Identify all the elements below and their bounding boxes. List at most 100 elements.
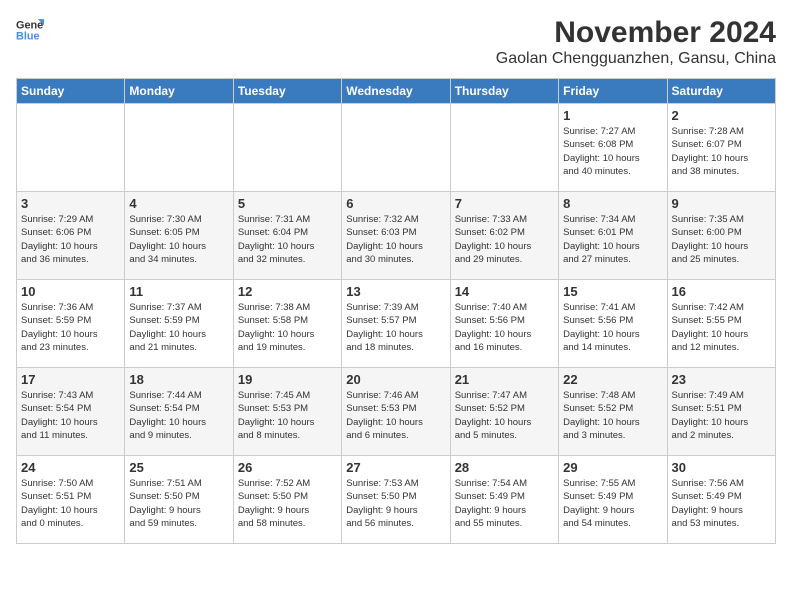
day-info: Sunrise: 7:30 AM Sunset: 6:05 PM Dayligh… [129,213,228,266]
weekday-header: Sunday [17,79,125,104]
day-number: 25 [129,460,228,475]
calendar-cell: 3 Sunrise: 7:29 AM Sunset: 6:06 PM Daylig… [17,192,125,280]
day-number: 26 [238,460,337,475]
day-info: Sunrise: 7:43 AM Sunset: 5:54 PM Dayligh… [21,389,120,442]
day-number: 12 [238,284,337,299]
calendar-cell: 2 Sunrise: 7:28 AM Sunset: 6:07 PM Daylig… [667,104,775,192]
day-number: 11 [129,284,228,299]
calendar-cell: 21 Sunrise: 7:47 AM Sunset: 5:52 PM Dayli… [450,368,558,456]
calendar-cell: 28Sunrise: 7:54 AM Sunset: 5:49 PM Dayli… [450,456,558,544]
day-info: Sunrise: 7:27 AM Sunset: 6:08 PM Dayligh… [563,125,662,178]
day-info: Sunrise: 7:36 AM Sunset: 5:59 PM Dayligh… [21,301,120,354]
weekday-header: Tuesday [233,79,341,104]
day-info: Sunrise: 7:32 AM Sunset: 6:03 PM Dayligh… [346,213,445,266]
day-number: 16 [672,284,771,299]
day-info: Sunrise: 7:35 AM Sunset: 6:00 PM Dayligh… [672,213,771,266]
day-info: Sunrise: 7:41 AM Sunset: 5:56 PM Dayligh… [563,301,662,354]
calendar-cell [450,104,558,192]
day-info: Sunrise: 7:29 AM Sunset: 6:06 PM Dayligh… [21,213,120,266]
logo: General Blue [16,16,44,44]
day-info: Sunrise: 7:38 AM Sunset: 5:58 PM Dayligh… [238,301,337,354]
svg-text:Blue: Blue [16,30,40,42]
calendar-cell: 4 Sunrise: 7:30 AM Sunset: 6:05 PM Daylig… [125,192,233,280]
calendar-cell: 26 Sunrise: 7:52 AM Sunset: 5:50 PM Dayli… [233,456,341,544]
day-info: Sunrise: 7:52 AM Sunset: 5:50 PM Dayligh… [238,477,337,530]
calendar-cell: 7 Sunrise: 7:33 AM Sunset: 6:02 PM Daylig… [450,192,558,280]
day-number: 4 [129,196,228,211]
day-info: Sunrise: 7:31 AM Sunset: 6:04 PM Dayligh… [238,213,337,266]
calendar-cell: 27 Sunrise: 7:53 AM Sunset: 5:50 PM Dayli… [342,456,450,544]
day-number: 10 [21,284,120,299]
day-number: 7 [455,196,554,211]
calendar-cell: 24Sunrise: 7:50 AM Sunset: 5:51 PM Dayli… [17,456,125,544]
day-number: 23 [672,372,771,387]
calendar-week-row: 17 Sunrise: 7:43 AM Sunset: 5:54 PM Dayli… [17,368,776,456]
calendar-cell [233,104,341,192]
calendar-cell: 11 Sunrise: 7:37 AM Sunset: 5:59 PM Dayli… [125,280,233,368]
location: Gaolan Chengguanzhen, Gansu, China [496,50,776,68]
day-info: Sunrise: 7:28 AM Sunset: 6:07 PM Dayligh… [672,125,771,178]
calendar-cell: 12 Sunrise: 7:38 AM Sunset: 5:58 PM Dayli… [233,280,341,368]
calendar-cell: 6Sunrise: 7:32 AM Sunset: 6:03 PM Daylig… [342,192,450,280]
day-info: Sunrise: 7:33 AM Sunset: 6:02 PM Dayligh… [455,213,554,266]
day-info: Sunrise: 7:40 AM Sunset: 5:56 PM Dayligh… [455,301,554,354]
calendar-header-row: SundayMondayTuesdayWednesdayThursdayFrid… [17,79,776,104]
day-number: 15 [563,284,662,299]
weekday-header: Wednesday [342,79,450,104]
day-number: 27 [346,460,445,475]
day-number: 13 [346,284,445,299]
calendar-cell: 23 Sunrise: 7:49 AM Sunset: 5:51 PM Dayli… [667,368,775,456]
calendar-cell: 5Sunrise: 7:31 AM Sunset: 6:04 PM Daylig… [233,192,341,280]
day-number: 30 [672,460,771,475]
day-info: Sunrise: 7:44 AM Sunset: 5:54 PM Dayligh… [129,389,228,442]
calendar-cell: 29 Sunrise: 7:55 AM Sunset: 5:49 PM Dayli… [559,456,667,544]
calendar-cell: 9Sunrise: 7:35 AM Sunset: 6:00 PM Daylig… [667,192,775,280]
calendar-cell: 13 Sunrise: 7:39 AM Sunset: 5:57 PM Dayli… [342,280,450,368]
calendar-cell: 14 Sunrise: 7:40 AM Sunset: 5:56 PM Dayli… [450,280,558,368]
page-header: General Blue November 2024 Gaolan Chengg… [16,16,776,68]
calendar-cell: 8 Sunrise: 7:34 AM Sunset: 6:01 PM Daylig… [559,192,667,280]
calendar-week-row: 3 Sunrise: 7:29 AM Sunset: 6:06 PM Daylig… [17,192,776,280]
day-info: Sunrise: 7:48 AM Sunset: 5:52 PM Dayligh… [563,389,662,442]
calendar-cell [17,104,125,192]
calendar-cell: 17 Sunrise: 7:43 AM Sunset: 5:54 PM Dayli… [17,368,125,456]
day-info: Sunrise: 7:39 AM Sunset: 5:57 PM Dayligh… [346,301,445,354]
calendar-cell: 25 Sunrise: 7:51 AM Sunset: 5:50 PM Dayli… [125,456,233,544]
calendar-cell: 18Sunrise: 7:44 AM Sunset: 5:54 PM Dayli… [125,368,233,456]
calendar-table: SundayMondayTuesdayWednesdayThursdayFrid… [16,78,776,544]
calendar-cell [342,104,450,192]
calendar-week-row: 24Sunrise: 7:50 AM Sunset: 5:51 PM Dayli… [17,456,776,544]
day-number: 22 [563,372,662,387]
day-number: 21 [455,372,554,387]
calendar-cell [125,104,233,192]
calendar-cell: 22 Sunrise: 7:48 AM Sunset: 5:52 PM Dayli… [559,368,667,456]
day-info: Sunrise: 7:34 AM Sunset: 6:01 PM Dayligh… [563,213,662,266]
weekday-header: Friday [559,79,667,104]
calendar-week-row: 1Sunrise: 7:27 AM Sunset: 6:08 PM Daylig… [17,104,776,192]
day-info: Sunrise: 7:51 AM Sunset: 5:50 PM Dayligh… [129,477,228,530]
day-number: 14 [455,284,554,299]
day-info: Sunrise: 7:53 AM Sunset: 5:50 PM Dayligh… [346,477,445,530]
day-number: 29 [563,460,662,475]
calendar-cell: 19Sunrise: 7:45 AM Sunset: 5:53 PM Dayli… [233,368,341,456]
day-number: 20 [346,372,445,387]
day-info: Sunrise: 7:55 AM Sunset: 5:49 PM Dayligh… [563,477,662,530]
day-info: Sunrise: 7:47 AM Sunset: 5:52 PM Dayligh… [455,389,554,442]
calendar-cell: 30Sunrise: 7:56 AM Sunset: 5:49 PM Dayli… [667,456,775,544]
day-info: Sunrise: 7:49 AM Sunset: 5:51 PM Dayligh… [672,389,771,442]
day-number: 24 [21,460,120,475]
day-info: Sunrise: 7:45 AM Sunset: 5:53 PM Dayligh… [238,389,337,442]
day-number: 8 [563,196,662,211]
day-number: 17 [21,372,120,387]
day-info: Sunrise: 7:37 AM Sunset: 5:59 PM Dayligh… [129,301,228,354]
day-number: 3 [21,196,120,211]
title-block: November 2024 Gaolan Chengguanzhen, Gans… [496,16,776,68]
day-info: Sunrise: 7:46 AM Sunset: 5:53 PM Dayligh… [346,389,445,442]
calendar-cell: 10 Sunrise: 7:36 AM Sunset: 5:59 PM Dayli… [17,280,125,368]
day-number: 2 [672,108,771,123]
logo-icon: General Blue [16,16,44,44]
day-info: Sunrise: 7:54 AM Sunset: 5:49 PM Dayligh… [455,477,554,530]
calendar-cell: 1Sunrise: 7:27 AM Sunset: 6:08 PM Daylig… [559,104,667,192]
month-year: November 2024 [496,16,776,50]
day-info: Sunrise: 7:42 AM Sunset: 5:55 PM Dayligh… [672,301,771,354]
